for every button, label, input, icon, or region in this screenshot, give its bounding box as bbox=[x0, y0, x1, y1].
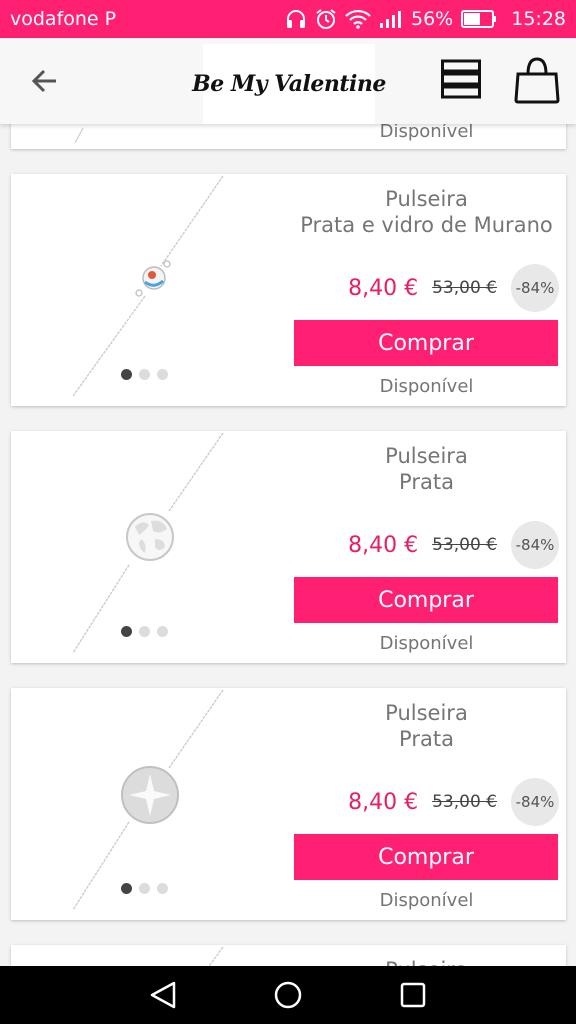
product-card[interactable]: Pulseira Prata e vidro de Murano 8,40 € … bbox=[11, 174, 566, 406]
alarm-icon bbox=[316, 9, 336, 29]
availability-text: Disponível bbox=[379, 890, 474, 911]
availability-text: Disponível bbox=[379, 121, 474, 142]
product-category: Pulseira bbox=[385, 701, 468, 725]
current-price: 8,40 € bbox=[348, 789, 419, 815]
clock: 15:28 bbox=[511, 8, 566, 30]
menu-button[interactable] bbox=[441, 59, 481, 99]
product-title[interactable]: Pulseira Prata e vidro de Murano bbox=[294, 186, 559, 238]
availability-text: Disponível bbox=[379, 376, 474, 397]
image-pagination[interactable] bbox=[121, 883, 168, 894]
logo-text: Be My Valentine bbox=[192, 71, 386, 97]
product-material: Prata e vidro de Murano bbox=[300, 213, 553, 237]
pagination-dot[interactable] bbox=[121, 626, 132, 637]
system-nav-bar bbox=[0, 966, 576, 1024]
buy-button[interactable]: Comprar bbox=[294, 577, 558, 623]
buy-button[interactable]: Comprar bbox=[294, 834, 558, 880]
product-title[interactable]: Pulseira Prata bbox=[294, 700, 559, 752]
arrow-left-icon bbox=[31, 69, 56, 93]
back-button[interactable] bbox=[28, 64, 62, 98]
image-pagination[interactable] bbox=[121, 626, 168, 637]
brand-logo[interactable]: Be My Valentine bbox=[192, 44, 386, 124]
pagination-dot[interactable] bbox=[121, 883, 132, 894]
signal-icon bbox=[380, 11, 401, 28]
pagination-dot[interactable] bbox=[157, 883, 168, 894]
discount-badge: -84% bbox=[511, 778, 559, 826]
original-price: 53,00 € bbox=[432, 792, 497, 812]
discount-badge: -84% bbox=[511, 521, 559, 569]
product-category: Pulseira bbox=[385, 444, 468, 468]
product-card[interactable]: Pulseira Prata 8,40 € 53,00 € -84% Compr… bbox=[11, 431, 566, 663]
nav-back-icon[interactable] bbox=[148, 980, 178, 1010]
headphones-icon bbox=[287, 10, 305, 28]
product-image[interactable] bbox=[11, 688, 291, 920]
buy-button[interactable]: Comprar bbox=[294, 320, 558, 366]
availability-text: Disponível bbox=[379, 633, 474, 654]
menu-icon bbox=[441, 59, 481, 99]
pagination-dot[interactable] bbox=[139, 883, 150, 894]
battery-percent: 56% bbox=[411, 8, 454, 30]
current-price: 8,40 € bbox=[348, 532, 419, 558]
pagination-dot[interactable] bbox=[121, 369, 132, 380]
product-material: Prata bbox=[399, 727, 454, 751]
price-row: 8,40 € 53,00 € -84% bbox=[294, 521, 559, 569]
status-icons: 56% 15:28 bbox=[285, 8, 566, 30]
carrier-name: vodafone P bbox=[10, 8, 117, 30]
battery-icon bbox=[461, 10, 497, 28]
shopping-bag-icon bbox=[514, 57, 560, 104]
product-material: Prata bbox=[399, 470, 454, 494]
image-pagination[interactable] bbox=[121, 369, 168, 380]
discount-badge: -84% bbox=[511, 264, 559, 312]
price-row: 8,40 € 53,00 € -84% bbox=[294, 778, 559, 826]
status-bar: vodafone P 56% 15:28 bbox=[0, 0, 576, 38]
product-image[interactable] bbox=[11, 174, 291, 406]
wifi-icon bbox=[345, 9, 371, 29]
pagination-dot[interactable] bbox=[139, 626, 150, 637]
product-card[interactable]: Pulseira Prata 8,40 € 53,00 € -84% Compr… bbox=[11, 688, 566, 920]
product-title[interactable]: Pulseira Prata bbox=[294, 443, 559, 495]
product-image[interactable] bbox=[11, 431, 291, 663]
current-price: 8,40 € bbox=[348, 275, 419, 301]
original-price: 53,00 € bbox=[432, 278, 497, 298]
app-header: Be My Valentine bbox=[0, 38, 576, 124]
nav-recents-icon[interactable] bbox=[398, 980, 428, 1010]
pagination-dot[interactable] bbox=[139, 369, 150, 380]
cart-button[interactable] bbox=[512, 56, 562, 104]
nav-home-icon[interactable] bbox=[273, 980, 303, 1010]
pagination-dot[interactable] bbox=[157, 369, 168, 380]
pagination-dot[interactable] bbox=[157, 626, 168, 637]
product-category: Pulseira bbox=[385, 187, 468, 211]
price-row: 8,40 € 53,00 € -84% bbox=[294, 264, 559, 312]
original-price: 53,00 € bbox=[432, 535, 497, 555]
